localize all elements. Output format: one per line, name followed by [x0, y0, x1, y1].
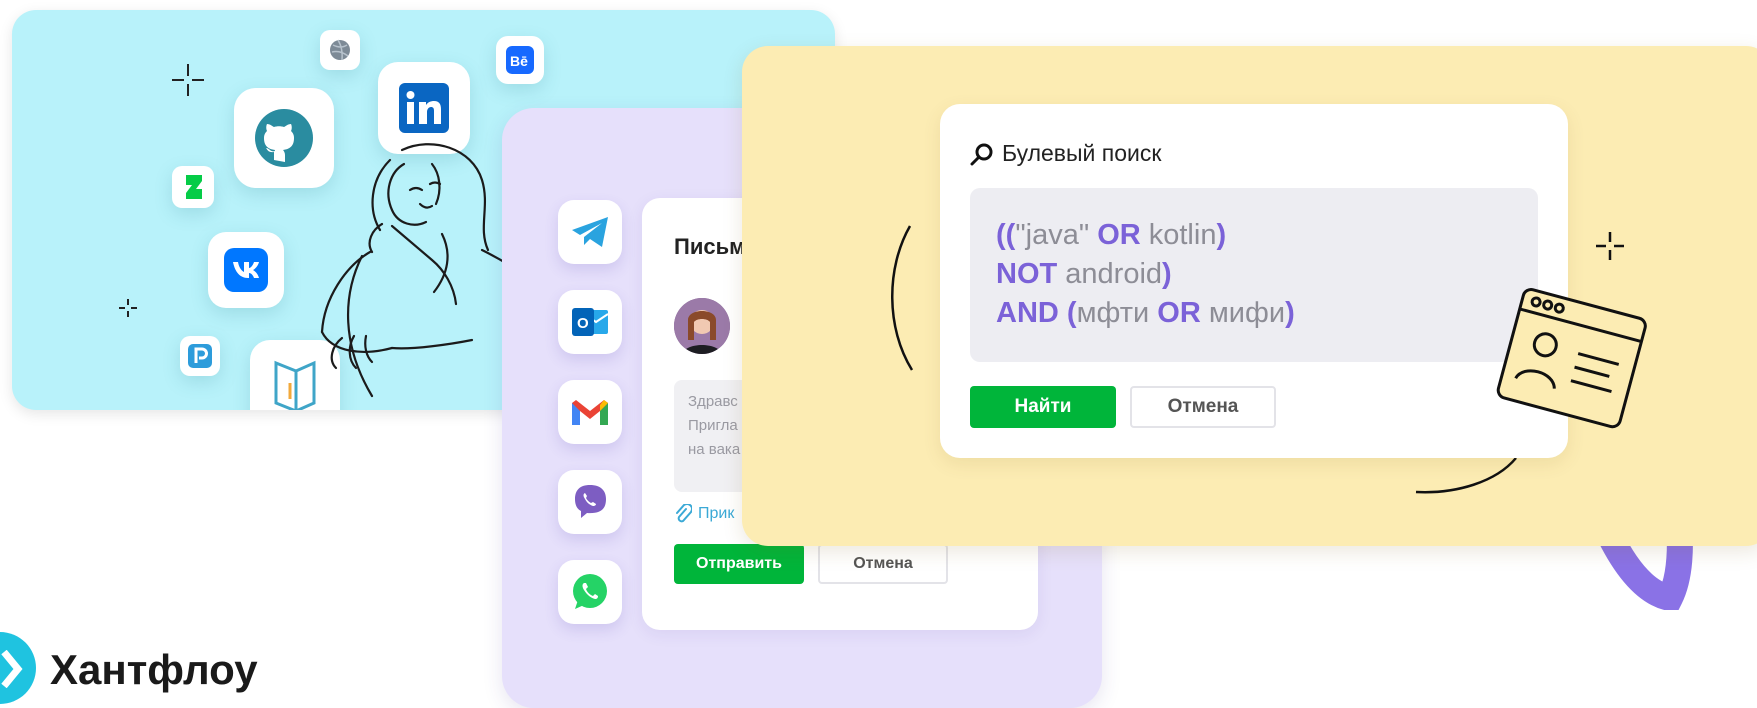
- query-term: мфти: [1076, 297, 1150, 329]
- query-line-1: (("java" OR kotlin): [996, 216, 1512, 255]
- query-term: "java": [1015, 219, 1090, 251]
- profile-card-doodle: [1496, 288, 1647, 429]
- attach-link[interactable]: Прик: [674, 504, 734, 524]
- query-operator: NOT: [996, 258, 1058, 290]
- search-title-text: Булевый поиск: [1002, 140, 1162, 166]
- sparkle-icon: [1596, 232, 1624, 260]
- sparkle-icon: [172, 64, 204, 96]
- brand-name: Хантфлоу: [50, 646, 258, 693]
- dribbble-icon: [320, 30, 360, 70]
- boolean-search-panel: Булевый поиск (("java" OR kotlin) NOT an…: [940, 104, 1568, 458]
- avatar: [674, 298, 730, 354]
- outlook-icon[interactable]: O: [558, 290, 622, 354]
- query-operator: OR: [1097, 219, 1141, 251]
- query-bracket: ): [1216, 219, 1227, 251]
- pinboard-icon: [180, 336, 220, 376]
- send-button[interactable]: Отправить: [674, 544, 804, 584]
- query-line-2: NOT android): [996, 255, 1512, 294]
- gmail-icon[interactable]: [558, 380, 622, 444]
- find-button[interactable]: Найти: [970, 386, 1116, 428]
- paperclip-icon: [676, 504, 692, 523]
- query-operator: AND: [996, 297, 1059, 329]
- behance-icon: Bē: [496, 36, 544, 84]
- sparkle-icon: [119, 299, 137, 317]
- viber-icon[interactable]: [558, 470, 622, 534]
- boolean-search-card: Булевый поиск (("java" OR kotlin) NOT an…: [742, 46, 1757, 546]
- query-bracket: ): [1162, 258, 1172, 290]
- brand-logo-icon: [0, 632, 36, 704]
- telegram-icon[interactable]: [558, 200, 622, 264]
- decorative-swoosh: [1415, 457, 1517, 494]
- boolean-query-input[interactable]: (("java" OR kotlin) NOT android) AND (мф…: [970, 188, 1538, 362]
- search-title: Булевый поиск: [970, 140, 1161, 167]
- query-term: android: [1065, 258, 1163, 290]
- deviantart-icon: [172, 166, 214, 208]
- query-term: мифи: [1208, 297, 1286, 329]
- search-icon: [970, 143, 993, 165]
- svg-text:Bē: Bē: [510, 53, 528, 69]
- query-operator: OR: [1157, 297, 1201, 329]
- whatsapp-icon[interactable]: [558, 560, 622, 624]
- svg-text:O: O: [577, 315, 589, 332]
- query-bracket: ): [1285, 297, 1295, 329]
- search-cancel-button[interactable]: Отмена: [1130, 386, 1276, 428]
- query-bracket: ((: [996, 219, 1016, 251]
- letter-title: Письм: [674, 234, 746, 259]
- attach-label: Прик: [698, 505, 735, 522]
- query-bracket: (: [1066, 297, 1077, 329]
- decorative-arc: [891, 225, 914, 371]
- letter-cancel-button[interactable]: Отмена: [818, 544, 948, 584]
- query-term: kotlin: [1148, 219, 1217, 251]
- vk-icon: [208, 232, 284, 308]
- query-line-3: AND (мфти OR мифи): [996, 294, 1512, 333]
